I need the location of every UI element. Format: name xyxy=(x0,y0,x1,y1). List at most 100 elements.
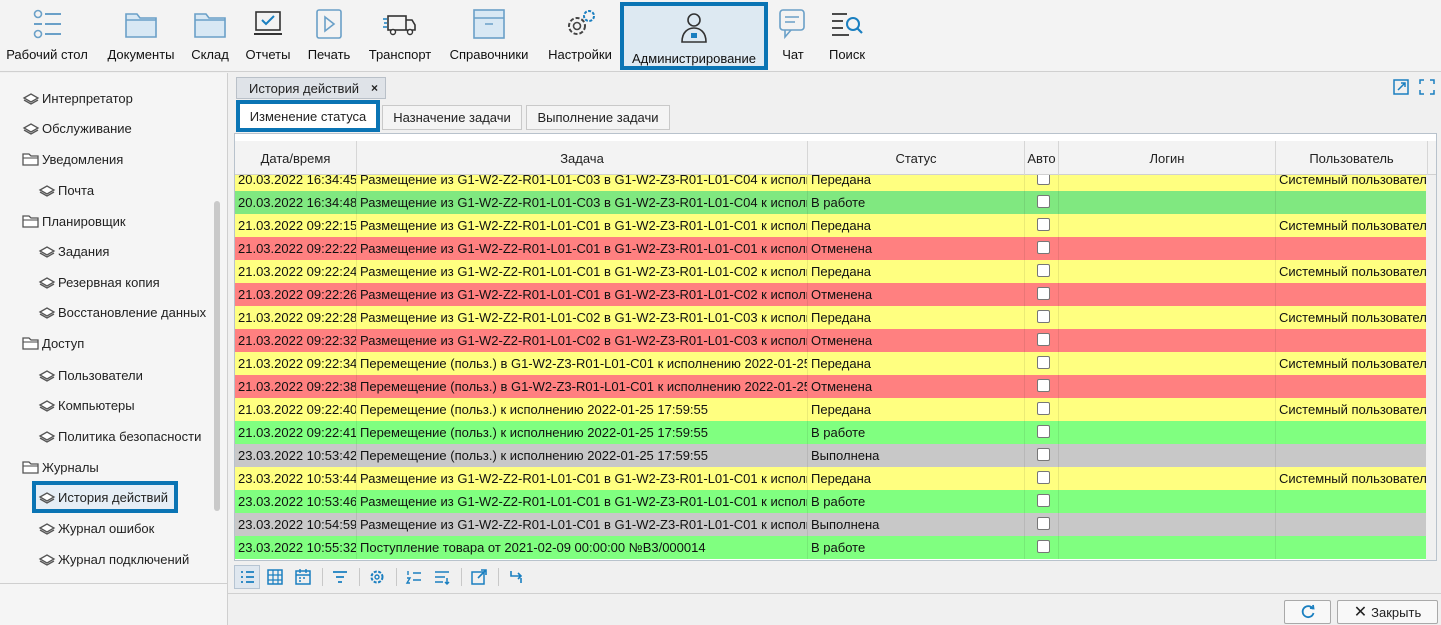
search-icon xyxy=(832,13,863,36)
toolbar-item-9[interactable]: Чат xyxy=(774,2,812,68)
auto-checkbox[interactable] xyxy=(1037,402,1050,415)
subtab-label: Назначение задачи xyxy=(393,110,511,125)
table-row[interactable]: 23.03.2022 10:53:46 Размещение из G1-W2-Z… xyxy=(235,490,1428,513)
table-row[interactable]: 23.03.2022 10:53:44 Размещение из G1-W2-Z… xyxy=(235,467,1428,490)
table-row[interactable]: 23.03.2022 10:53:42 Перемещение (польз.) … xyxy=(235,444,1428,467)
document-tab[interactable]: История действий × xyxy=(236,77,386,99)
table-row[interactable]: 23.03.2022 10:54:59 Размещение из G1-W2-Z… xyxy=(235,513,1428,536)
refresh-button[interactable] xyxy=(1284,600,1331,624)
sidebar-item-2[interactable]: Уведомления xyxy=(22,148,123,170)
refresh-sync-button[interactable] xyxy=(503,565,529,589)
auto-checkbox[interactable] xyxy=(1037,540,1050,553)
cell-dt: 21.03.2022 09:22:34 xyxy=(235,352,357,375)
sidebar-item-4[interactable]: Планировщик xyxy=(22,210,126,232)
column-header[interactable]: Пользователь xyxy=(1276,141,1428,175)
sidebar-item-12[interactable]: Журналы xyxy=(22,456,99,478)
sidebar-item-5[interactable]: Задания xyxy=(38,240,109,262)
auto-checkbox[interactable] xyxy=(1037,379,1050,392)
sidebar-item-14[interactable]: Журнал ошибок xyxy=(38,517,154,539)
toolbar-item-8[interactable]: Администрирование xyxy=(620,2,768,70)
auto-checkbox[interactable] xyxy=(1037,218,1050,231)
sidebar-item-10[interactable]: Компьютеры xyxy=(38,394,135,416)
cell-status: Передана xyxy=(808,467,1025,490)
toolbar-item-7[interactable]: Настройки xyxy=(544,2,616,68)
sidebar-item-13[interactable]: История действий xyxy=(32,481,178,513)
sidebar-item-15[interactable]: Журнал подключений xyxy=(38,548,189,570)
auto-checkbox[interactable] xyxy=(1037,356,1050,369)
subtab-0[interactable]: Изменение статуса xyxy=(236,100,380,132)
toolbar-item-4[interactable]: Печать xyxy=(302,2,356,68)
table-header: Дата/время Задача Статус Авто Логин Пользоват… xyxy=(235,141,1436,175)
column-header[interactable]: Статус xyxy=(808,141,1025,175)
auto-checkbox[interactable] xyxy=(1037,517,1050,530)
sidebar-item-label: Задания xyxy=(58,243,110,259)
toolbar-item-5[interactable]: Транспорт xyxy=(364,2,436,68)
toolbar-item-1[interactable]: Документы xyxy=(104,2,178,68)
table-row[interactable]: 21.03.2022 09:22:38 Перемещение (польз.) … xyxy=(235,375,1428,398)
table-row[interactable]: 21.03.2022 09:22:40 Перемещение (польз.) … xyxy=(235,398,1428,421)
table-row[interactable]: 20.03.2022 16:34:48 Размещение из G1-W2-Z… xyxy=(235,191,1428,214)
cell-user: Системный пользователь xyxy=(1276,352,1428,375)
column-header[interactable]: Логин xyxy=(1059,141,1276,175)
settings-button[interactable] xyxy=(364,565,390,589)
filter-button[interactable] xyxy=(327,565,353,589)
sidebar-scrollbar[interactable] xyxy=(214,201,220,511)
table-row[interactable]: 21.03.2022 09:22:24 Размещение из G1-W2-Z… xyxy=(235,260,1428,283)
sidebar: Интерпретатор Обслуживание Уведомления Почт… xyxy=(0,73,228,625)
folder-icon xyxy=(22,153,39,166)
subtab-1[interactable]: Назначение задачи xyxy=(382,105,522,130)
sidebar-item-0[interactable]: Интерпретатор xyxy=(22,87,133,109)
maximize-icon[interactable] xyxy=(1418,78,1436,96)
column-header[interactable]: Дата/время xyxy=(235,141,357,175)
subtab-2[interactable]: Выполнение задачи xyxy=(526,105,670,130)
cell-dt: 21.03.2022 09:22:26 xyxy=(235,283,357,306)
toolbar-item-6[interactable]: Справочники xyxy=(444,2,534,68)
grid-view-button[interactable] xyxy=(262,565,288,589)
toolbar-separator xyxy=(396,568,397,586)
list-view-button[interactable] xyxy=(234,565,260,589)
toolbar-item-0[interactable]: Рабочий стол xyxy=(4,2,90,68)
auto-checkbox[interactable] xyxy=(1037,333,1050,346)
sidebar-item-3[interactable]: Почта xyxy=(38,179,94,201)
sidebar-item-9[interactable]: Пользователи xyxy=(38,364,143,386)
sidebar-item-1[interactable]: Обслуживание xyxy=(22,117,132,139)
table-row[interactable]: 23.03.2022 10:55:32 Поступление товара от… xyxy=(235,536,1428,559)
close-tab-icon[interactable]: × xyxy=(371,81,378,95)
close-button[interactable]: ✕ Закрыть xyxy=(1337,600,1438,624)
toolbar-item-label: Настройки xyxy=(548,47,612,62)
auto-checkbox[interactable] xyxy=(1037,494,1050,507)
table-row[interactable]: 21.03.2022 09:22:34 Перемещение (польз.) … xyxy=(235,352,1428,375)
sidebar-item-label: Уведомления xyxy=(42,151,124,167)
table-row[interactable]: 21.03.2022 09:22:28 Размещение из G1-W2-Z… xyxy=(235,306,1428,329)
table-row[interactable]: 21.03.2022 09:22:22 Размещение из G1-W2-Z… xyxy=(235,237,1428,260)
numbered-list-button[interactable] xyxy=(401,565,427,589)
column-header[interactable]: Авто xyxy=(1025,141,1059,175)
auto-checkbox[interactable] xyxy=(1037,471,1050,484)
auto-checkbox[interactable] xyxy=(1037,425,1050,438)
table-row[interactable]: 21.03.2022 09:22:32 Размещение из G1-W2-Z… xyxy=(235,329,1428,352)
column-header[interactable]: Задача xyxy=(357,141,808,175)
auto-checkbox[interactable] xyxy=(1037,287,1050,300)
auto-checkbox[interactable] xyxy=(1037,264,1050,277)
calendar-view-button[interactable] xyxy=(290,565,316,589)
sidebar-item-11[interactable]: Политика безопасности xyxy=(38,425,201,447)
sidebar-item-7[interactable]: Восстановление данных xyxy=(38,301,206,323)
auto-checkbox[interactable] xyxy=(1037,310,1050,323)
export-button[interactable] xyxy=(466,565,492,589)
export-icon xyxy=(471,569,487,585)
sort-list-button[interactable] xyxy=(429,565,455,589)
sidebar-item-6[interactable]: Резервная копия xyxy=(38,271,160,293)
table-row[interactable]: 21.03.2022 09:22:15 Размещение из G1-W2-Z… xyxy=(235,214,1428,237)
table-row[interactable]: 21.03.2022 09:22:26 Размещение из G1-W2-Z… xyxy=(235,283,1428,306)
sidebar-item-label: Восстановление данных xyxy=(58,304,207,320)
toolbar-item-10[interactable]: Поиск xyxy=(824,2,870,68)
table-row[interactable]: 21.03.2022 09:22:41 Перемещение (польз.) … xyxy=(235,421,1428,444)
auto-checkbox[interactable] xyxy=(1037,241,1050,254)
auto-checkbox[interactable] xyxy=(1037,195,1050,208)
popout-icon[interactable] xyxy=(1392,78,1410,96)
auto-checkbox[interactable] xyxy=(1037,448,1050,461)
table-scrollbar[interactable] xyxy=(1426,175,1436,560)
sidebar-item-8[interactable]: Доступ xyxy=(22,332,84,354)
toolbar-item-3[interactable]: Отчеты xyxy=(242,2,294,68)
toolbar-item-2[interactable]: Склад xyxy=(190,2,230,68)
